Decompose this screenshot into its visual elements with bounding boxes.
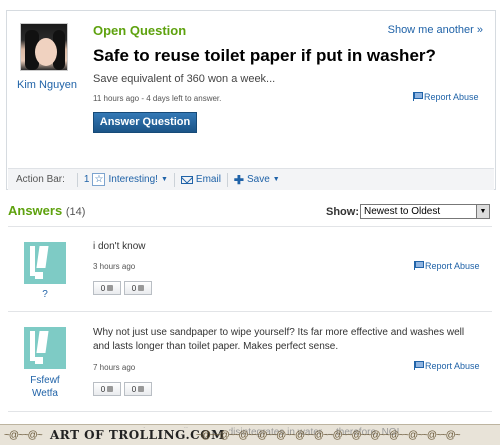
chevron-down-icon[interactable]: ▼: [476, 205, 489, 218]
asker-avatar[interactable]: [20, 23, 68, 71]
answerer-name[interactable]: Fsfewf Wetfa: [6, 374, 84, 400]
answer-text: Why not just use sandpaper to wipe yours…: [93, 327, 465, 352]
interesting-count: 1: [83, 174, 90, 185]
rating-buttons: 0 0: [93, 281, 152, 295]
chevron-down-icon: ▼: [160, 176, 168, 183]
envelope-icon: [180, 175, 193, 184]
plus-icon: ✚: [233, 172, 244, 187]
answers-title: Answers: [8, 203, 63, 218]
report-abuse-link[interactable]: Report Abuse: [413, 92, 479, 102]
answerer-avatar[interactable]: [24, 242, 66, 284]
watermark-footer: Are you serious ... toilet paper disinte…: [0, 424, 500, 445]
answer-question-button[interactable]: Answer Question: [93, 112, 197, 133]
divider: [8, 226, 492, 227]
rating-buttons: 0 0: [93, 382, 152, 396]
chevron-down-icon: ▼: [272, 176, 280, 183]
answer-time: 3 hours ago: [93, 262, 136, 271]
report-abuse-link[interactable]: Report Abuse: [414, 261, 480, 271]
email-label: Email: [195, 174, 221, 185]
question-title: Safe to reuse toilet paper if put in was…: [93, 46, 436, 65]
report-abuse-link[interactable]: Report Abuse: [414, 361, 480, 371]
thumbs-down-button[interactable]: 0: [124, 382, 152, 396]
flag-icon: [413, 92, 423, 101]
answer-text: i don't know: [93, 241, 146, 252]
show-another-link[interactable]: Show me another »: [388, 24, 483, 36]
sort-select[interactable]: Newest to Oldest ▼: [360, 204, 490, 219]
question-meta: 11 hours ago - 4 days left to answer.: [93, 94, 222, 103]
asker-name[interactable]: Kim Nguyen: [9, 79, 85, 91]
save-button[interactable]: ✚ Save ▼: [234, 173, 280, 187]
question-detail: Save equivalent of 360 won a week...: [93, 73, 276, 85]
answers-heading: Answers (14): [8, 203, 85, 218]
report-abuse-label: Report Abuse: [425, 361, 480, 371]
divider: [8, 311, 492, 312]
ornament-icon: ~@~~@~: [4, 430, 43, 441]
flag-icon: [414, 361, 424, 370]
thumbs-up-icon: [107, 285, 114, 291]
sort-label: Show:: [326, 206, 359, 218]
sort-value: Newest to Oldest: [364, 206, 441, 217]
divider: [8, 411, 492, 412]
thumbs-down-button[interactable]: 0: [124, 281, 152, 295]
thumbs-down-icon: [138, 285, 145, 291]
save-label: Save: [246, 174, 270, 185]
ornament-icon: ~@~~@~~@~~@~~@~~@~~@~~@~~@~~@~~@~~@~~@~~…: [196, 430, 461, 441]
flag-icon: [414, 261, 424, 270]
interesting-button[interactable]: 1 ☆ Interesting! ▼: [84, 173, 168, 186]
star-icon: ☆: [92, 173, 106, 186]
action-bar: Action Bar: 1 ☆ Interesting! ▼ Email ✚ S…: [8, 168, 494, 190]
thumbs-up-button[interactable]: 0: [93, 281, 121, 295]
report-abuse-label: Report Abuse: [424, 92, 479, 102]
answerer-name[interactable]: ?: [6, 288, 84, 301]
answer-time: 7 hours ago: [93, 363, 136, 372]
action-bar-label: Action Bar:: [16, 174, 65, 185]
report-abuse-label: Report Abuse: [425, 261, 480, 271]
question-panel: Kim Nguyen Open Question Show me another…: [6, 10, 496, 190]
thumbs-up-icon: [107, 386, 114, 392]
thumbs-down-icon: [138, 386, 145, 392]
thumbs-up-button[interactable]: 0: [93, 382, 121, 396]
interesting-label: Interesting!: [108, 174, 158, 185]
email-button[interactable]: Email: [180, 174, 221, 185]
answerer-avatar[interactable]: [24, 327, 66, 369]
answers-count: (14): [65, 206, 86, 218]
question-status: Open Question: [93, 23, 187, 38]
